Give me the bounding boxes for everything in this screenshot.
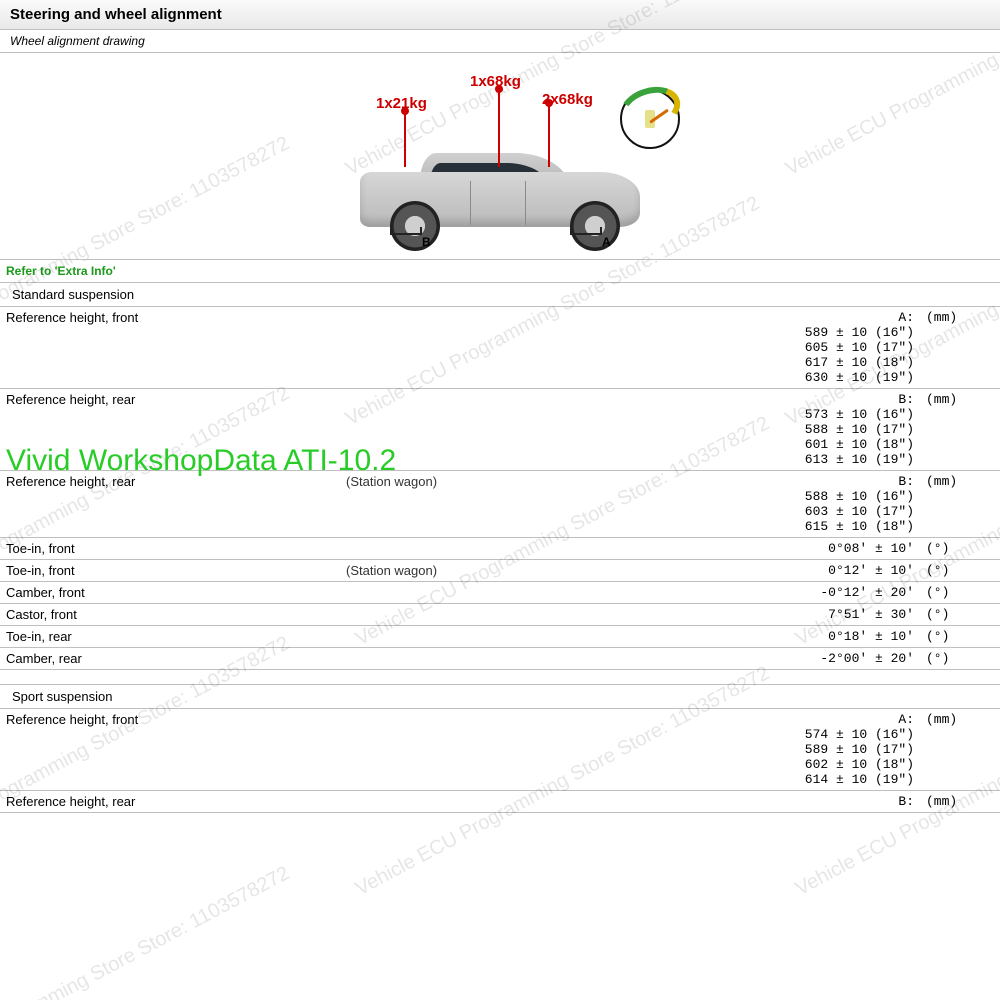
car-illustration: 1x21kg 1x68kg 2x68kg B A <box>330 83 670 253</box>
spec-label: Toe-in, front <box>0 538 340 560</box>
page-root: { "header":{"title":"Steering and wheel … <box>0 0 1000 1000</box>
spec-values: B: <box>520 791 920 813</box>
section-sport: Sport suspension <box>0 685 1000 709</box>
spec-variant: (Station wagon) <box>340 471 520 538</box>
gauge-icon <box>620 89 680 149</box>
spec-unit: (°) <box>920 560 1000 582</box>
spec-variant <box>340 604 520 626</box>
ref-a: A <box>602 235 611 249</box>
spec-row: Camber, rear -2°00' ± 20'(°) <box>0 648 1000 670</box>
spec-values: B: 573 ± 10 (16") 588 ± 10 (17") 601 ± 1… <box>520 389 920 471</box>
spec-row: Toe-in, rear 0°18' ± 10'(°) <box>0 626 1000 648</box>
spec-values: 0°12' ± 10' <box>520 560 920 582</box>
spec-values: -0°12' ± 20' <box>520 582 920 604</box>
spec-row: Toe-in, front 0°08' ± 10'(°) <box>0 538 1000 560</box>
spec-unit: (mm) <box>920 307 1000 389</box>
spec-values: A: 589 ± 10 (16") 605 ± 10 (17") 617 ± 1… <box>520 307 920 389</box>
drawing-title: Wheel alignment drawing <box>0 30 1000 53</box>
spec-row: Reference height, rear B: 573 ± 10 (16") … <box>0 389 1000 471</box>
spec-row: Reference height, rear(Station wagon)B: … <box>0 471 1000 538</box>
spec-label: Reference height, front <box>0 307 340 389</box>
spec-label: Reference height, rear <box>0 471 340 538</box>
alignment-drawing: 1x21kg 1x68kg 2x68kg B A <box>0 53 1000 260</box>
spec-unit: (mm) <box>920 471 1000 538</box>
section-standard: Standard suspension <box>0 283 1000 307</box>
spec-unit: (°) <box>920 648 1000 670</box>
spec-unit: (°) <box>920 538 1000 560</box>
ref-b: B <box>422 235 431 249</box>
spec-values: 0°08' ± 10' <box>520 538 920 560</box>
spec-row: Toe-in, front(Station wagon)0°12' ± 10'(… <box>0 560 1000 582</box>
spec-values: A: 574 ± 10 (16") 589 ± 10 (17") 602 ± 1… <box>520 709 920 791</box>
spec-row: Camber, front -0°12' ± 20'(°) <box>0 582 1000 604</box>
watermark: Vehicle ECU Programming Store Store: 110… <box>0 862 294 1000</box>
load-label-mid: 1x68kg <box>470 73 521 90</box>
spec-label: Camber, front <box>0 582 340 604</box>
spec-label: Camber, rear <box>0 648 340 670</box>
spec-variant <box>340 307 520 389</box>
spec-label: Castor, front <box>0 604 340 626</box>
spec-values: 7°51' ± 30' <box>520 604 920 626</box>
spacer <box>0 670 1000 685</box>
sport-table: Reference height, front A: 574 ± 10 (16")… <box>0 709 1000 813</box>
spec-row: Reference height, rear B: (mm) <box>0 791 1000 813</box>
spec-unit: (mm) <box>920 709 1000 791</box>
spec-label: Toe-in, rear <box>0 626 340 648</box>
spec-values: B: 588 ± 10 (16") 603 ± 10 (17") 615 ± 1… <box>520 471 920 538</box>
spec-variant <box>340 791 520 813</box>
spec-unit: (mm) <box>920 389 1000 471</box>
spec-unit: (°) <box>920 582 1000 604</box>
spec-label: Reference height, rear <box>0 791 340 813</box>
spec-label: Reference height, rear <box>0 389 340 471</box>
spec-label: Reference height, front <box>0 709 340 791</box>
spec-label: Toe-in, front <box>0 560 340 582</box>
spec-row: Castor, front 7°51' ± 30'(°) <box>0 604 1000 626</box>
spec-variant <box>340 648 520 670</box>
spec-unit: (mm) <box>920 791 1000 813</box>
spec-variant: (Station wagon) <box>340 560 520 582</box>
spec-values: -2°00' ± 20' <box>520 648 920 670</box>
spec-row: Reference height, front A: 589 ± 10 (16")… <box>0 307 1000 389</box>
spec-row: Reference height, front A: 574 ± 10 (16")… <box>0 709 1000 791</box>
spec-variant <box>340 709 520 791</box>
spec-unit: (°) <box>920 604 1000 626</box>
load-label-rear: 2x68kg <box>542 91 593 108</box>
spec-unit: (°) <box>920 626 1000 648</box>
spec-values: 0°18' ± 10' <box>520 626 920 648</box>
spec-variant <box>340 389 520 471</box>
spec-variant <box>340 538 520 560</box>
standard-table: Reference height, front A: 589 ± 10 (16")… <box>0 307 1000 670</box>
spec-variant <box>340 626 520 648</box>
extra-info-link[interactable]: Refer to 'Extra Info' <box>0 260 1000 283</box>
load-label-front: 1x21kg <box>376 95 427 112</box>
spec-variant <box>340 582 520 604</box>
page-title: Steering and wheel alignment <box>0 0 1000 30</box>
